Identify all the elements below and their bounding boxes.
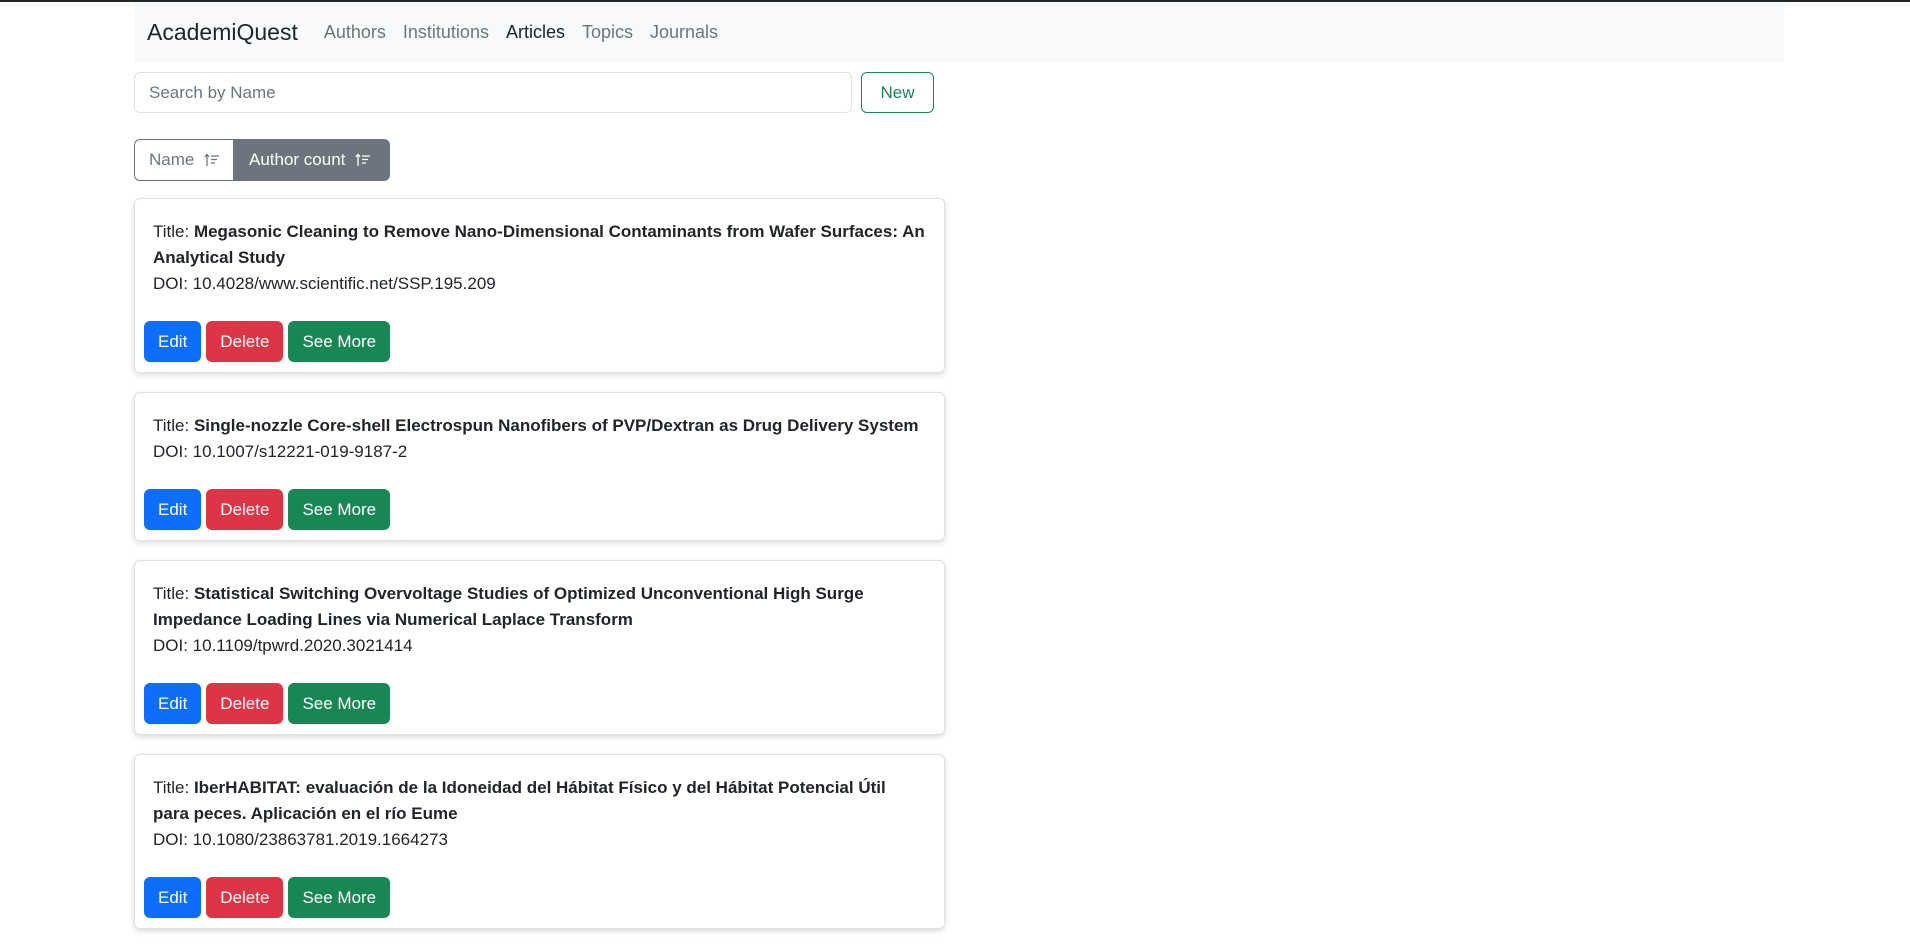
new-button[interactable]: New <box>861 72 934 113</box>
see-more-button[interactable]: See More <box>288 683 391 724</box>
card-actions: Edit Delete See More <box>144 877 926 918</box>
article-doi-text: 10.1007/s12221-019-9187-2 <box>192 442 408 461</box>
edit-button[interactable]: Edit <box>144 489 202 530</box>
edit-button[interactable]: Edit <box>144 683 202 724</box>
doi-prefix: DOI: <box>153 442 193 461</box>
sort-by-author-count-button[interactable]: Author count <box>234 139 390 181</box>
nav-link-articles[interactable]: Articles <box>506 22 565 43</box>
brand-link[interactable]: AcademiQuest <box>147 19 298 46</box>
article-title: Title: Statistical Switching Overvoltage… <box>153 581 926 633</box>
article-card: Title: Statistical Switching Overvoltage… <box>134 560 945 735</box>
article-title: Title: Megasonic Cleaning to Remove Nano… <box>153 219 926 271</box>
see-more-button[interactable]: See More <box>288 877 391 918</box>
article-list: Title: Megasonic Cleaning to Remove Nano… <box>134 198 945 948</box>
article-doi-text: 10.1109/tpwrd.2020.3021414 <box>192 636 413 655</box>
doi-prefix: DOI: <box>153 636 193 655</box>
article-doi: DOI: 10.1007/s12221-019-9187-2 <box>153 439 926 465</box>
nav-link-journals[interactable]: Journals <box>650 22 718 43</box>
see-more-button[interactable]: See More <box>288 489 391 530</box>
article-doi: DOI: 10.1109/tpwrd.2020.3021414 <box>153 633 926 659</box>
article-card: Title: IberHABITAT: evaluación de la Ido… <box>134 754 945 929</box>
article-doi: DOI: 10.1080/23863781.2019.1664273 <box>153 827 926 853</box>
article-card: Title: Megasonic Cleaning to Remove Nano… <box>134 198 945 373</box>
title-prefix: Title: <box>153 416 194 435</box>
article-title-text: IberHABITAT: evaluación de la Idoneidad … <box>153 778 886 823</box>
title-prefix: Title: <box>153 222 194 241</box>
edit-button[interactable]: Edit <box>144 877 202 918</box>
card-actions: Edit Delete See More <box>144 321 926 362</box>
card-actions: Edit Delete See More <box>144 683 926 724</box>
nav-link-topics[interactable]: Topics <box>582 22 633 43</box>
doi-prefix: DOI: <box>153 274 193 293</box>
delete-button[interactable]: Delete <box>206 683 284 724</box>
article-card: Title: Single-nozzle Core-shell Electros… <box>134 392 945 541</box>
sort-button-group: Name Author count <box>134 139 390 181</box>
sort-name-label: Name <box>149 150 195 169</box>
search-input[interactable] <box>134 72 852 113</box>
delete-button[interactable]: Delete <box>206 877 284 918</box>
nav-link-authors[interactable]: Authors <box>324 22 386 43</box>
doi-prefix: DOI: <box>153 830 193 849</box>
navbar: AcademiQuest Authors Institutions Articl… <box>134 2 1784 62</box>
article-title: Title: Single-nozzle Core-shell Electros… <box>153 413 926 439</box>
article-doi-text: 10.4028/www.scientific.net/SSP.195.209 <box>192 274 496 293</box>
sort-count-label: Author count <box>249 150 346 169</box>
delete-button[interactable]: Delete <box>206 321 284 362</box>
delete-button[interactable]: Delete <box>206 489 284 530</box>
sort-ascending-icon <box>355 153 371 167</box>
nav-link-institutions[interactable]: Institutions <box>403 22 489 43</box>
article-title: Title: IberHABITAT: evaluación de la Ido… <box>153 775 926 827</box>
sort-ascending-icon <box>204 153 220 167</box>
title-prefix: Title: <box>153 778 194 797</box>
see-more-button[interactable]: See More <box>288 321 391 362</box>
title-prefix: Title: <box>153 584 194 603</box>
edit-button[interactable]: Edit <box>144 321 202 362</box>
article-doi: DOI: 10.4028/www.scientific.net/SSP.195.… <box>153 271 926 297</box>
article-title-text: Single-nozzle Core-shell Electrospun Nan… <box>193 416 919 435</box>
card-actions: Edit Delete See More <box>144 489 926 530</box>
article-title-text: Megasonic Cleaning to Remove Nano-Dimens… <box>153 222 925 267</box>
article-title-text: Statistical Switching Overvoltage Studie… <box>153 584 864 629</box>
sort-by-name-button[interactable]: Name <box>134 139 234 181</box>
article-doi-text: 10.1080/23863781.2019.1664273 <box>192 830 448 849</box>
